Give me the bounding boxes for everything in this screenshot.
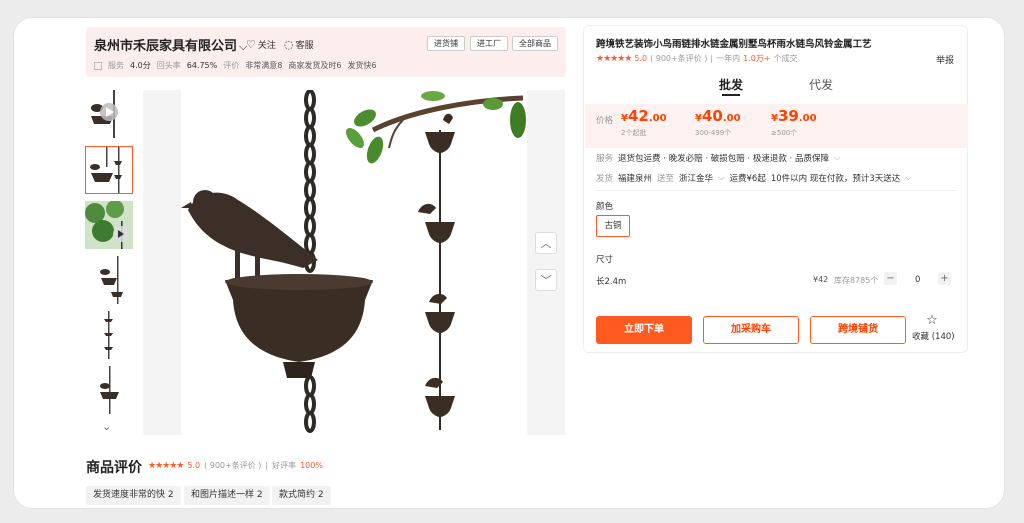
heart-icon: ♡	[246, 38, 256, 51]
color-label: 颜色	[596, 202, 614, 212]
review-chip-2[interactable]: 和图片描述一样 2	[184, 486, 270, 505]
shop-header: 泉州市禾辰家具有限公司 ⌵ ♡ 关注 ◌ 客服 进货铺 进工厂 全部商品 服务 4.0分…	[86, 27, 566, 77]
price-tier-2-qty: 300-499个	[695, 129, 732, 137]
cross-border-button[interactable]: 跨境铺货	[810, 316, 906, 344]
thumbnail-2-image	[90, 147, 122, 193]
tab-indicator	[722, 94, 740, 96]
price-tier-1: ¥42.00	[621, 107, 667, 125]
shipping-row[interactable]: 发货 福建泉州 送至 浙江金华 ⌵ 运费¥6起 10件以内 现在付款，预计3天送…	[596, 172, 912, 184]
rating-stars: ★★★★★	[148, 460, 184, 471]
price-tier-2: ¥40.00	[695, 107, 741, 125]
tab-dropship[interactable]: 代发	[809, 76, 833, 93]
divider	[596, 190, 956, 191]
price-box: 价格 ¥42.00 2个起批 ¥40.00 300-499个 ¥39.00 ≥5…	[585, 104, 968, 148]
product-title: 跨境铁艺装饰小鸟雨链排水链金属别墅鸟杯雨水链鸟风铃金属工艺	[596, 39, 872, 50]
size-value: 长2.4m	[596, 277, 627, 287]
star-outline-icon: ☆	[926, 313, 938, 328]
quantity-value[interactable]: 0	[915, 275, 920, 285]
main-image-art	[143, 90, 565, 435]
customer-service-button[interactable]: ◌ 客服	[284, 38, 314, 51]
tab-wholesale[interactable]: 批发	[719, 76, 743, 93]
purchase-panel: 跨境铁艺装饰小鸟雨链排水链金属别墅鸟杯雨水链鸟风铃金属工艺 ★★★★★ 5.0 …	[583, 25, 968, 353]
thumbnail-4[interactable]	[85, 256, 133, 304]
reviews-title: 商品评价	[86, 460, 142, 476]
chevron-down-icon: ⌵	[905, 173, 912, 183]
size-price: ¥42	[813, 275, 829, 284]
product-rating: ★★★★★ 5.0 ( 900+条评价 ) | 一年内 1.0万+ 个成交	[596, 53, 798, 64]
image-next-button[interactable]: ﹀	[535, 269, 557, 291]
review-chip-1[interactable]: 发货速度非常的快 2	[86, 486, 181, 505]
shop-button-3[interactable]: 全部商品	[512, 36, 558, 51]
favorite-button[interactable]: ☆ 收藏 (140)	[912, 313, 955, 343]
reviews-summary: ★★★★★ 5.0 ( 900+条评价 ) | 好评率 100%	[148, 460, 323, 471]
report-link[interactable]: 举报	[936, 53, 954, 66]
stock-count: 库存8785个	[834, 276, 879, 285]
thumbnail-2[interactable]	[85, 146, 133, 194]
shop-name[interactable]: 泉州市禾辰家具有限公司 ⌵	[94, 35, 247, 54]
thumbnail-4-image	[100, 256, 123, 304]
shop-button-1[interactable]: 进货铺	[427, 36, 465, 51]
price-tier-1-qty: 2个起批	[621, 129, 647, 137]
follow-button[interactable]: ♡ 关注	[246, 38, 276, 51]
thumbnail-6-image	[100, 366, 119, 414]
page-frame: 泉州市禾辰家具有限公司 ⌵ ♡ 关注 ◌ 客服 进货铺 进工厂 全部商品 服务 4.0分…	[14, 18, 1004, 508]
thumbnail-3-image	[85, 201, 133, 249]
image-prev-button[interactable]: ︿	[535, 232, 557, 254]
shop-stats: 服务 4.0分 回头率 64.75% 评价 非常满意8 商家发货及时6 发货快6	[94, 60, 377, 71]
price-tier-3-qty: ≥500个	[771, 129, 798, 137]
shop-button-2[interactable]: 进工厂	[470, 36, 508, 51]
price-tier-3: ¥39.00	[771, 107, 817, 125]
chevron-down-icon: ⌵	[833, 153, 841, 163]
size-label: 尺寸	[596, 255, 614, 265]
rating-stars: ★★★★★	[596, 53, 632, 64]
chat-icon: ◌	[284, 38, 294, 51]
thumbnail-5[interactable]	[85, 311, 133, 359]
chevron-down-icon: ﹀	[540, 274, 552, 287]
thumbnail-1-image	[91, 90, 118, 138]
add-to-cart-button[interactable]: 加采购车	[703, 316, 799, 344]
thumbnail-strip: ⌄	[84, 90, 134, 440]
color-option-bronze[interactable]: 古铜	[596, 215, 630, 237]
chevron-down-icon[interactable]: ⌄	[102, 420, 111, 433]
review-chip-3[interactable]: 款式简约 2	[272, 486, 331, 505]
thumbnail-5-image	[104, 311, 113, 359]
chevron-up-icon: ︿	[540, 237, 552, 250]
price-label: 价格	[596, 116, 614, 126]
buy-now-button[interactable]: 立即下单	[596, 316, 692, 344]
broken-image-icon	[94, 61, 102, 70]
main-product-image	[143, 90, 565, 435]
thumbnail-3[interactable]	[85, 201, 133, 249]
chevron-down-icon: ⌵	[718, 173, 725, 183]
thumbnail-1[interactable]	[85, 90, 133, 138]
thumbnail-6[interactable]	[85, 366, 133, 414]
quantity-plus-button[interactable]: +	[938, 272, 951, 285]
service-row[interactable]: 服务 退货包运费 · 晚发必赔 · 破损包赔 · 极速退款 · 品质保障 ⌵	[596, 152, 840, 164]
quantity-minus-button[interactable]: −	[884, 272, 897, 285]
